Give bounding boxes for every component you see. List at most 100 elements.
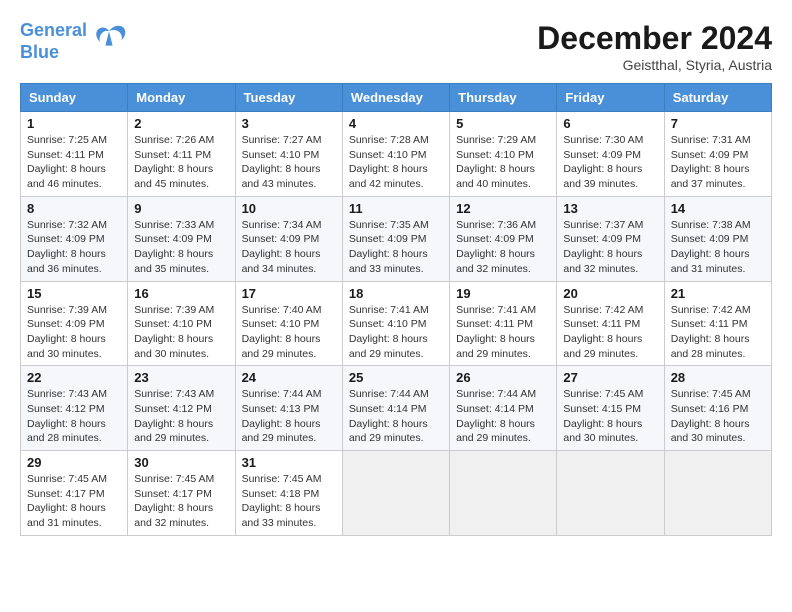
calendar-day-cell: 21 Sunrise: 7:42 AM Sunset: 4:11 PM Dayli… (664, 281, 771, 366)
calendar-day-header: Sunday (21, 84, 128, 112)
day-info: Sunrise: 7:45 AM Sunset: 4:17 PM Dayligh… (134, 472, 228, 531)
calendar-day-cell: 22 Sunrise: 7:43 AM Sunset: 4:12 PM Dayli… (21, 366, 128, 451)
day-info: Sunrise: 7:32 AM Sunset: 4:09 PM Dayligh… (27, 218, 121, 277)
calendar-day-cell (342, 451, 449, 536)
day-info: Sunrise: 7:28 AM Sunset: 4:10 PM Dayligh… (349, 133, 443, 192)
calendar-day-header: Wednesday (342, 84, 449, 112)
day-info: Sunrise: 7:27 AM Sunset: 4:10 PM Dayligh… (242, 133, 336, 192)
calendar-day-cell: 14Sunrise: 7:38 AM Sunset: 4:09 PM Dayli… (664, 196, 771, 281)
day-number: 17 (242, 286, 336, 301)
calendar-day-cell: 30 Sunrise: 7:45 AM Sunset: 4:17 PM Dayli… (128, 451, 235, 536)
calendar-day-cell: 11 Sunrise: 7:35 AM Sunset: 4:09 PM Dayli… (342, 196, 449, 281)
day-number: 15 (27, 286, 121, 301)
day-info: Sunrise: 7:37 AM Sunset: 4:09 PM Dayligh… (563, 218, 657, 277)
day-number: 1 (27, 116, 121, 131)
day-info: Sunrise: 7:43 AM Sunset: 4:12 PM Dayligh… (27, 387, 121, 446)
calendar-day-cell: 24 Sunrise: 7:44 AM Sunset: 4:13 PM Dayli… (235, 366, 342, 451)
day-info: Sunrise: 7:43 AM Sunset: 4:12 PM Dayligh… (134, 387, 228, 446)
day-number: 28 (671, 370, 765, 385)
calendar-day-cell: 17 Sunrise: 7:40 AM Sunset: 4:10 PM Dayli… (235, 281, 342, 366)
day-info: Sunrise: 7:31 AM Sunset: 4:09 PM Dayligh… (671, 133, 765, 192)
calendar-week-row: 1Sunrise: 7:25 AM Sunset: 4:11 PM Daylig… (21, 112, 772, 197)
calendar-day-cell: 8 Sunrise: 7:32 AM Sunset: 4:09 PM Daylig… (21, 196, 128, 281)
calendar-day-cell: 12 Sunrise: 7:36 AM Sunset: 4:09 PM Dayli… (450, 196, 557, 281)
calendar-day-cell (557, 451, 664, 536)
calendar-day-cell: 19Sunrise: 7:41 AM Sunset: 4:11 PM Dayli… (450, 281, 557, 366)
calendar-day-cell: 31Sunrise: 7:45 AM Sunset: 4:18 PM Dayli… (235, 451, 342, 536)
day-number: 7 (671, 116, 765, 131)
day-number: 24 (242, 370, 336, 385)
day-number: 8 (27, 201, 121, 216)
day-number: 12 (456, 201, 550, 216)
calendar-day-cell: 2 Sunrise: 7:26 AM Sunset: 4:11 PM Daylig… (128, 112, 235, 197)
calendar-week-row: 15 Sunrise: 7:39 AM Sunset: 4:09 PM Dayli… (21, 281, 772, 366)
calendar-day-cell: 6 Sunrise: 7:30 AM Sunset: 4:09 PM Daylig… (557, 112, 664, 197)
day-number: 26 (456, 370, 550, 385)
day-number: 30 (134, 455, 228, 470)
calendar-day-cell: 18 Sunrise: 7:41 AM Sunset: 4:10 PM Dayli… (342, 281, 449, 366)
calendar-day-cell: 28 Sunrise: 7:45 AM Sunset: 4:16 PM Dayli… (664, 366, 771, 451)
calendar-day-cell: 15 Sunrise: 7:39 AM Sunset: 4:09 PM Dayli… (21, 281, 128, 366)
day-info: Sunrise: 7:42 AM Sunset: 4:11 PM Dayligh… (563, 303, 657, 362)
day-info: Sunrise: 7:26 AM Sunset: 4:11 PM Dayligh… (134, 133, 228, 192)
calendar-body: 1Sunrise: 7:25 AM Sunset: 4:11 PM Daylig… (21, 112, 772, 536)
calendar-day-cell: 4 Sunrise: 7:28 AM Sunset: 4:10 PM Daylig… (342, 112, 449, 197)
day-info: Sunrise: 7:40 AM Sunset: 4:10 PM Dayligh… (242, 303, 336, 362)
day-number: 20 (563, 286, 657, 301)
calendar-week-row: 8 Sunrise: 7:32 AM Sunset: 4:09 PM Daylig… (21, 196, 772, 281)
calendar-day-cell: 26 Sunrise: 7:44 AM Sunset: 4:14 PM Dayli… (450, 366, 557, 451)
calendar-day-header: Monday (128, 84, 235, 112)
day-number: 27 (563, 370, 657, 385)
day-info: Sunrise: 7:34 AM Sunset: 4:09 PM Dayligh… (242, 218, 336, 277)
day-info: Sunrise: 7:45 AM Sunset: 4:17 PM Dayligh… (27, 472, 121, 531)
day-number: 2 (134, 116, 228, 131)
day-info: Sunrise: 7:30 AM Sunset: 4:09 PM Dayligh… (563, 133, 657, 192)
calendar-day-header: Thursday (450, 84, 557, 112)
calendar-day-cell: 10 Sunrise: 7:34 AM Sunset: 4:09 PM Dayli… (235, 196, 342, 281)
calendar-day-cell: 3 Sunrise: 7:27 AM Sunset: 4:10 PM Daylig… (235, 112, 342, 197)
calendar-day-header: Saturday (664, 84, 771, 112)
day-info: Sunrise: 7:41 AM Sunset: 4:10 PM Dayligh… (349, 303, 443, 362)
calendar-day-cell: 1Sunrise: 7:25 AM Sunset: 4:11 PM Daylig… (21, 112, 128, 197)
day-info: Sunrise: 7:35 AM Sunset: 4:09 PM Dayligh… (349, 218, 443, 277)
day-number: 6 (563, 116, 657, 131)
calendar-day-cell: 29Sunrise: 7:45 AM Sunset: 4:17 PM Dayli… (21, 451, 128, 536)
calendar-day-cell: 23Sunrise: 7:43 AM Sunset: 4:12 PM Dayli… (128, 366, 235, 451)
day-number: 14 (671, 201, 765, 216)
location: Geistthal, Styria, Austria (537, 57, 772, 73)
day-number: 13 (563, 201, 657, 216)
day-info: Sunrise: 7:36 AM Sunset: 4:09 PM Dayligh… (456, 218, 550, 277)
day-number: 3 (242, 116, 336, 131)
day-number: 18 (349, 286, 443, 301)
day-info: Sunrise: 7:39 AM Sunset: 4:09 PM Dayligh… (27, 303, 121, 362)
calendar-day-header: Tuesday (235, 84, 342, 112)
day-number: 9 (134, 201, 228, 216)
day-info: Sunrise: 7:45 AM Sunset: 4:16 PM Dayligh… (671, 387, 765, 446)
calendar-header-row: SundayMondayTuesdayWednesdayThursdayFrid… (21, 84, 772, 112)
day-info: Sunrise: 7:39 AM Sunset: 4:10 PM Dayligh… (134, 303, 228, 362)
calendar-day-cell: 27Sunrise: 7:45 AM Sunset: 4:15 PM Dayli… (557, 366, 664, 451)
logo-bird-icon (91, 24, 127, 60)
day-info: Sunrise: 7:44 AM Sunset: 4:13 PM Dayligh… (242, 387, 336, 446)
day-info: Sunrise: 7:44 AM Sunset: 4:14 PM Dayligh… (349, 387, 443, 446)
day-number: 16 (134, 286, 228, 301)
calendar-week-row: 22 Sunrise: 7:43 AM Sunset: 4:12 PM Dayli… (21, 366, 772, 451)
calendar-day-cell (450, 451, 557, 536)
day-number: 4 (349, 116, 443, 131)
calendar-day-cell: 7 Sunrise: 7:31 AM Sunset: 4:09 PM Daylig… (664, 112, 771, 197)
day-info: Sunrise: 7:41 AM Sunset: 4:11 PM Dayligh… (456, 303, 550, 362)
day-number: 11 (349, 201, 443, 216)
day-number: 21 (671, 286, 765, 301)
calendar-table: SundayMondayTuesdayWednesdayThursdayFrid… (20, 83, 772, 536)
month-title: December 2024 (537, 20, 772, 57)
day-number: 25 (349, 370, 443, 385)
calendar-day-cell (664, 451, 771, 536)
day-number: 10 (242, 201, 336, 216)
calendar-day-cell: 20 Sunrise: 7:42 AM Sunset: 4:11 PM Dayli… (557, 281, 664, 366)
title-block: December 2024 Geistthal, Styria, Austria (537, 20, 772, 73)
calendar-day-cell: 13 Sunrise: 7:37 AM Sunset: 4:09 PM Dayli… (557, 196, 664, 281)
calendar-day-cell: 9Sunrise: 7:33 AM Sunset: 4:09 PM Daylig… (128, 196, 235, 281)
day-info: Sunrise: 7:44 AM Sunset: 4:14 PM Dayligh… (456, 387, 550, 446)
day-number: 22 (27, 370, 121, 385)
day-info: Sunrise: 7:42 AM Sunset: 4:11 PM Dayligh… (671, 303, 765, 362)
